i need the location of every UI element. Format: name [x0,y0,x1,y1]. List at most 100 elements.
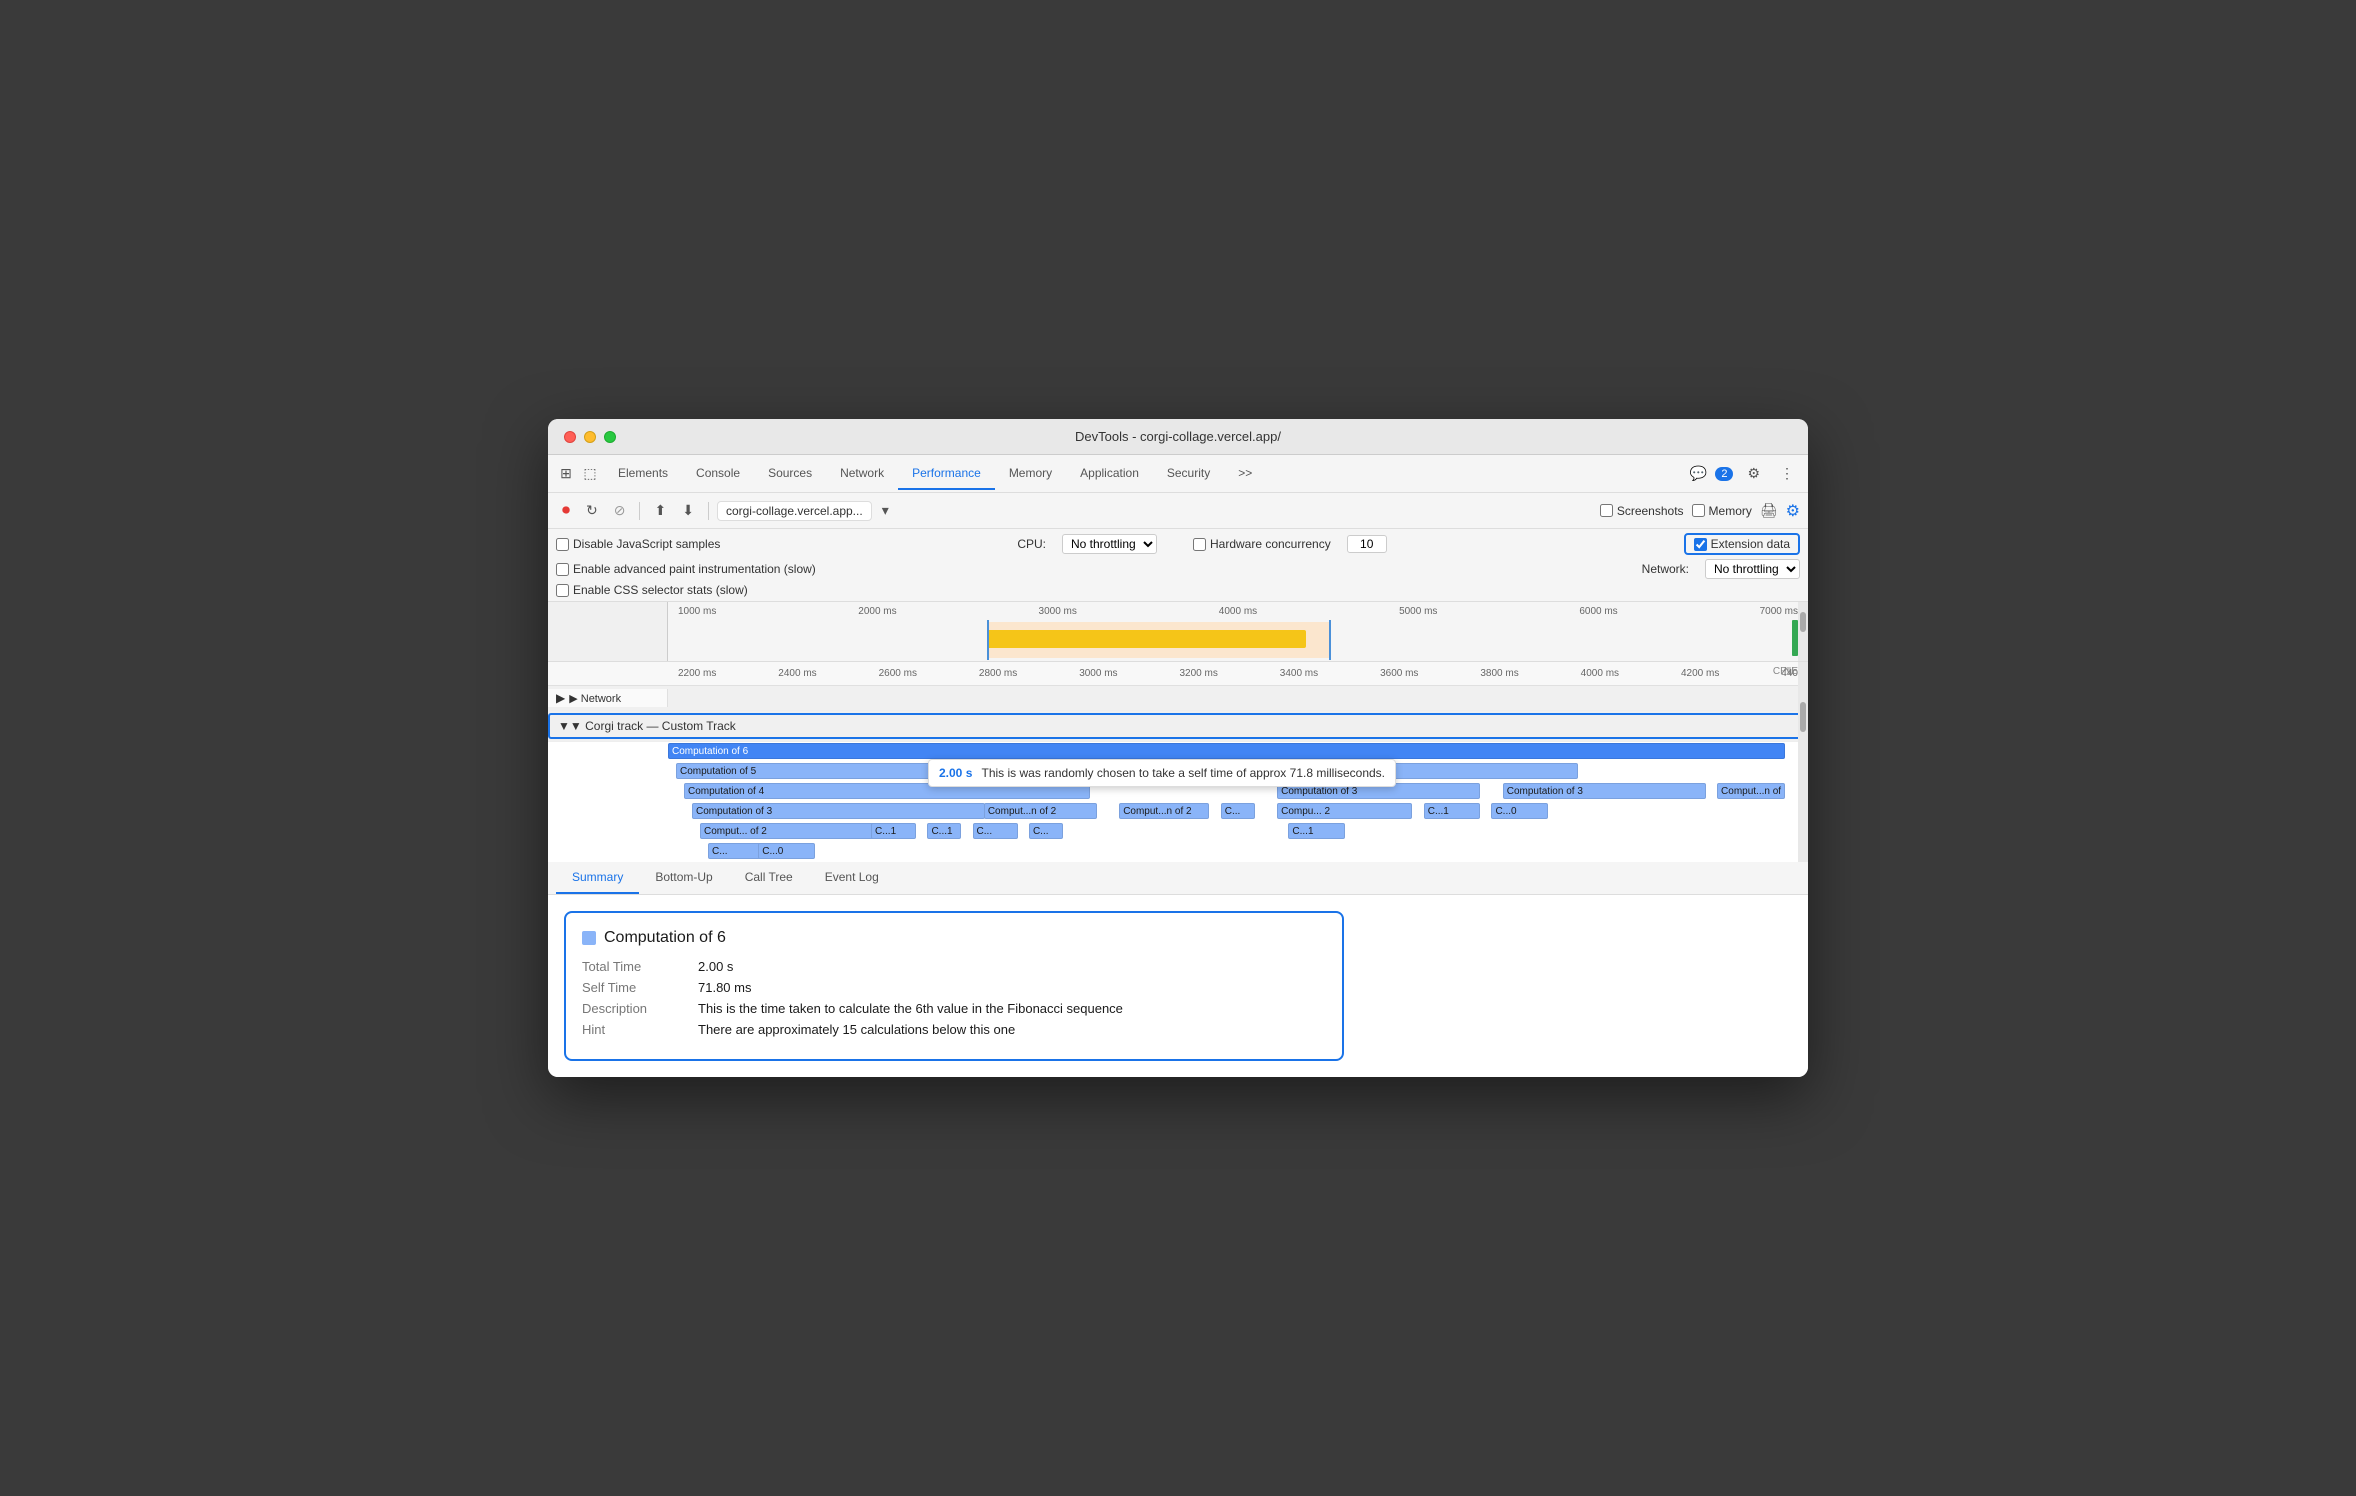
tab-elements[interactable]: Elements [604,458,682,490]
tab-performance[interactable]: Performance [898,458,995,490]
cpu-label: CPU: [1017,537,1046,551]
title-bar: DevTools - corgi-collage.vercel.app/ [548,419,1808,455]
flame-row-5: Comput... of 2 C...1 C...1 C... C... [548,822,1808,842]
screenshots-label: Screenshots [1617,504,1684,518]
computation-c8-label: C...1 [1292,826,1313,837]
computation-c8[interactable]: C...1 [1288,823,1344,839]
tab-summary[interactable]: Summary [556,862,639,894]
timeline-ms-marks: 1000 ms 2000 ms 3000 ms 4000 ms 5000 ms … [668,606,1808,617]
computation-c4[interactable]: C...1 [871,823,916,839]
computation-2e-label: Comput... of 2 [704,826,767,837]
inspect-icon[interactable]: ⬚ [580,464,600,484]
close-button[interactable] [564,431,576,443]
ms-mark-4000: 4000 ms [1219,606,1257,617]
tab-event-log[interactable]: Event Log [809,862,895,894]
network-track-label[interactable]: ▶ ▶ Network [548,689,668,707]
computation-c9-label: C... [712,846,728,857]
computation-2d-label: Compu... 2 [1281,806,1330,817]
hw-concurrency-label[interactable]: Hardware concurrency [1193,537,1331,551]
self-time-row: Self Time 71.80 ms [582,980,1326,995]
computation-2a[interactable]: Comput...n of 2 [1717,783,1785,799]
memory-checkbox-label[interactable]: Memory [1692,504,1752,518]
computation-c6[interactable]: C... [973,823,1018,839]
hw-input[interactable] [1347,535,1387,553]
ruler-3200: 3200 ms [1179,668,1217,679]
tab-memory[interactable]: Memory [995,458,1066,490]
bottom-tabs: Summary Bottom-Up Call Tree Event Log [548,862,1808,895]
computation-2c[interactable]: Comput...n of 2 [1119,803,1209,819]
network-select[interactable]: No throttling [1705,559,1800,579]
corgi-track-header-row: ▼ ▼ Corgi track — Custom Track [548,711,1808,742]
computation-3b[interactable]: Computation of 3 [1503,783,1706,799]
tab-bar-right: 💬 2 ⚙ ⋮ [1690,461,1800,486]
tab-sources[interactable]: Sources [754,458,826,490]
gear-icon[interactable]: ⚙ [1786,501,1800,521]
computation-c10[interactable]: C...0 [758,843,814,859]
traffic-lights [564,431,616,443]
screenshots-checkbox[interactable] [1600,504,1613,517]
tab-bottom-up[interactable]: Bottom-Up [639,862,728,894]
computation-c9[interactable]: C... [708,843,764,859]
computation-2a-label: Comput...n of 2 [1721,786,1785,797]
description-key: Description [582,1001,682,1016]
ruler-3800: 3800 ms [1480,668,1518,679]
corgi-track-header[interactable]: ▼ ▼ Corgi track — Custom Track [548,713,1808,739]
memory-checkbox[interactable] [1692,504,1705,517]
clear-button[interactable]: ⊘ [608,498,632,523]
computation-2d[interactable]: Compu... 2 [1277,803,1412,819]
computation-3c[interactable]: Computation of 3 [692,803,985,819]
hw-concurrency-text: Hardware concurrency [1210,537,1331,551]
cpu-select[interactable]: No throttling [1062,534,1157,554]
advanced-paint-label[interactable]: Enable advanced paint instrumentation (s… [556,562,816,576]
download-button[interactable]: ⬇ [676,498,700,523]
computation-2b[interactable]: Comput...n of 2 [984,803,1097,819]
computation-c1[interactable]: C... [1221,803,1255,819]
upload-button[interactable]: ⬆ [648,498,672,523]
overview-scrollbar[interactable] [1798,602,1808,661]
maximize-button[interactable] [604,431,616,443]
ext-data-container: Extension data [1684,533,1800,555]
computation-c7[interactable]: C... [1029,823,1063,839]
computation-c3[interactable]: C...0 [1491,803,1547,819]
total-time-key: Total Time [582,959,682,974]
tab-bar: ⊞ ⬚ Elements Console Sources Network Per… [548,455,1808,493]
computation-c2[interactable]: C...1 [1424,803,1480,819]
computation-2e[interactable]: Comput... of 2 [700,823,880,839]
tab-console[interactable]: Console [682,458,754,490]
disable-js-label[interactable]: Disable JavaScript samples [556,537,720,551]
css-selector-checkbox[interactable] [556,584,569,597]
tab-call-tree[interactable]: Call Tree [729,862,809,894]
ms-mark-5000: 5000 ms [1399,606,1437,617]
timeline-overview[interactable]: 1000 ms 2000 ms 3000 ms 4000 ms 5000 ms … [668,602,1808,661]
separator [639,502,640,520]
computation-6[interactable]: Computation of 6 [668,743,1785,759]
flame-row-4: Computation of 3 Comput...n of 2 Comput.… [548,802,1808,822]
tab-more[interactable]: >> [1224,458,1266,490]
timeline-ruler: 2200 ms 2400 ms 2600 ms 2800 ms 3000 ms … [548,662,1808,686]
ext-data-checkbox[interactable] [1694,538,1707,551]
flame-row-4-content: Computation of 3 Comput...n of 2 Comput.… [668,803,1796,821]
right-handle[interactable] [1329,620,1331,660]
self-time-key: Self Time [582,980,682,995]
computation-5-label: Computation of 5 [680,766,756,777]
computation-c5[interactable]: C...1 [927,823,961,839]
url-dropdown[interactable]: ▾ [876,498,895,523]
record-button[interactable]: ⏺ [556,498,576,524]
left-handle[interactable] [987,620,989,660]
css-selector-label[interactable]: Enable CSS selector stats (slow) [556,583,748,597]
more-icon[interactable]: ⋮ [1774,461,1800,486]
disable-js-checkbox[interactable] [556,538,569,551]
extension-data-box: Extension data [1684,533,1800,555]
detail-scrollbar[interactable] [1798,662,1808,862]
tab-network[interactable]: Network [826,458,898,490]
main-content: 1000 ms 2000 ms 3000 ms 4000 ms 5000 ms … [548,602,1808,1077]
tab-security[interactable]: Security [1153,458,1224,490]
notification-badge: 2 [1715,467,1733,481]
tab-application[interactable]: Application [1066,458,1153,490]
reload-button[interactable]: ↻ [580,498,604,523]
minimize-button[interactable] [584,431,596,443]
advanced-paint-checkbox[interactable] [556,563,569,576]
settings-icon[interactable]: ⚙ [1741,461,1766,486]
hw-concurrency-checkbox[interactable] [1193,538,1206,551]
screenshots-checkbox-label[interactable]: Screenshots [1600,504,1684,518]
